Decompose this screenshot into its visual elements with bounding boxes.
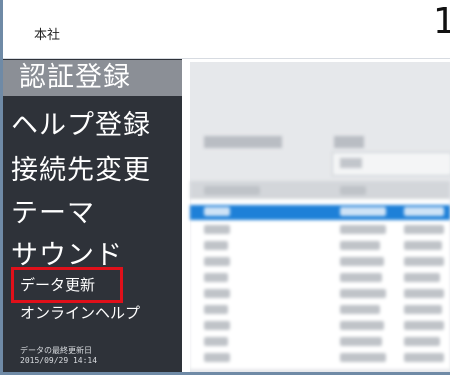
office-name: 本社 (34, 28, 61, 43)
list-row-selected[interactable] (190, 205, 450, 220)
list-header (190, 181, 450, 199)
menu-item-change-connection[interactable]: 接続先変更 (11, 153, 151, 189)
blurred-input-text (340, 158, 362, 168)
menu-item-auth-register[interactable]: 認証登録 (3, 60, 182, 96)
list-row[interactable] (190, 351, 450, 366)
header-bar: 本社 1 (3, 0, 450, 59)
last-update-value: 2015/09/29 14:14 (20, 356, 98, 365)
list-row[interactable] (190, 255, 450, 270)
list-row[interactable] (190, 319, 450, 334)
menu-item-help-register[interactable]: ヘルプ登録 (11, 108, 151, 144)
menu-item-online-help[interactable]: オンラインヘルプ (20, 303, 140, 323)
list-row[interactable] (190, 303, 450, 318)
list-row[interactable] (190, 239, 450, 254)
list-row[interactable] (190, 335, 450, 350)
blurred-field-label (204, 136, 282, 148)
highlight-box (11, 267, 123, 303)
content-area (182, 59, 450, 372)
menu-item-theme[interactable]: テーマ (11, 196, 95, 232)
header-number: 1 (433, 1, 450, 42)
blurred-field-label (334, 136, 364, 148)
list-row[interactable] (190, 223, 450, 238)
last-update-label: データの最終更新日 (20, 346, 92, 355)
list-row[interactable] (190, 271, 450, 286)
blurred-list (190, 181, 450, 369)
list-row[interactable] (190, 287, 450, 302)
settings-sidebar: 認証登録 ヘルプ登録 接続先変更 テーマ サウンド データ更新 オンラインヘルプ… (3, 59, 182, 372)
